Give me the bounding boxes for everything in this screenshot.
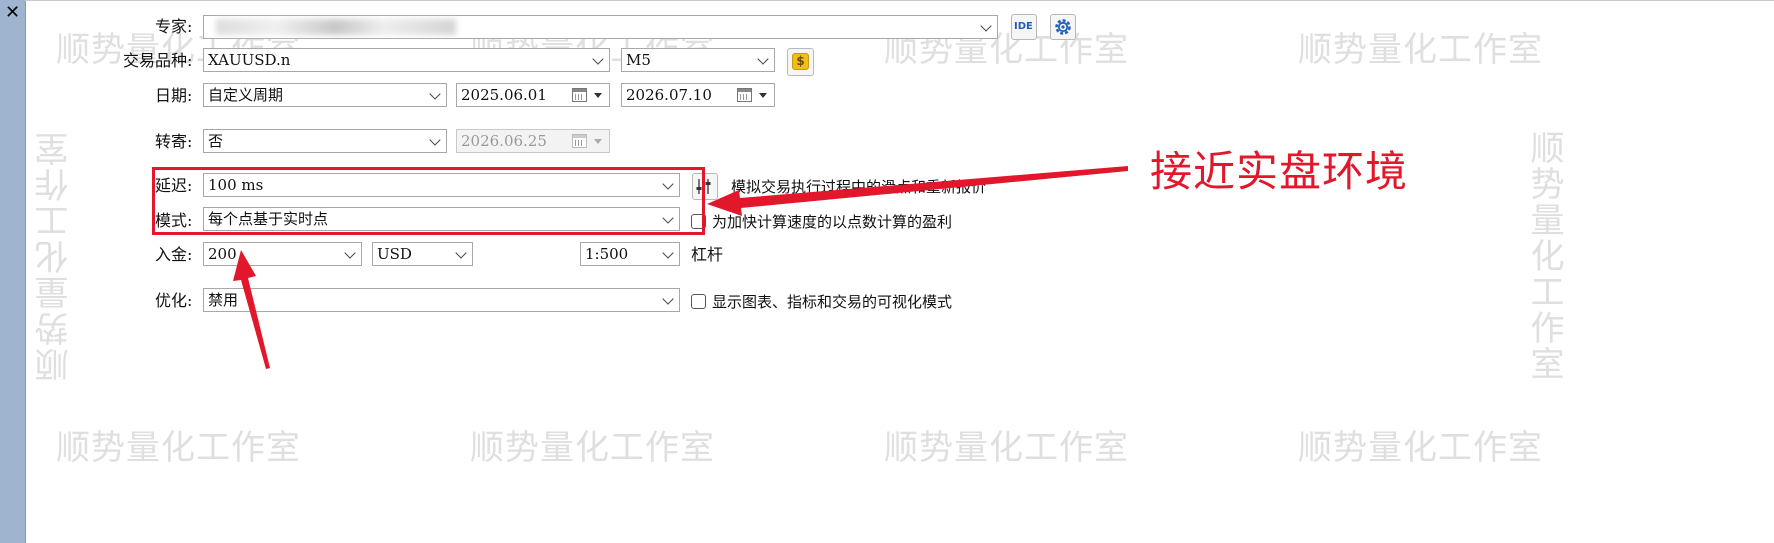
- date-from-picker[interactable]: 2025.06.01: [456, 83, 610, 107]
- visual-mode-label: 显示图表、指标和交易的可视化模式: [712, 293, 953, 311]
- forward-select[interactable]: 否: [203, 129, 447, 153]
- optimization-label: 优化:: [155, 291, 193, 310]
- deposit-label: 入金:: [155, 245, 193, 264]
- symbol-select[interactable]: XAUUSD.n: [203, 48, 610, 72]
- left-panel-strip: [0, 0, 26, 543]
- date-to-picker[interactable]: 2026.07.10: [621, 83, 775, 107]
- expert-label: 专家:: [155, 17, 193, 36]
- highlight-box: [152, 167, 705, 235]
- currency-value: USD: [377, 245, 412, 263]
- chevron-down-icon: [455, 247, 467, 259]
- date-from-value: 2025.06.01: [461, 86, 547, 104]
- forward-date-value: 2026.06.25: [461, 132, 547, 150]
- points-profit-label: 为加快计算速度的以点数计算的盈利: [712, 213, 953, 231]
- annotation-arrows: [233, 166, 1128, 369]
- date-period-value: 自定义周期: [208, 86, 284, 104]
- chevron-down-icon: [429, 134, 441, 146]
- close-icon[interactable]: ✕: [5, 4, 20, 22]
- dropdown-arrow-icon: [594, 93, 602, 98]
- symbol-properties-button[interactable]: $: [787, 48, 814, 76]
- forward-date-picker: 2026.06.25: [456, 129, 610, 153]
- dollar-coin-icon: $: [792, 53, 809, 70]
- watermark-text: 顺势量化工作室: [884, 428, 1129, 468]
- watermark-text-vertical: 顺势量化工作室: [1524, 130, 1564, 382]
- watermark-text: 顺势量化工作室: [56, 428, 301, 468]
- date-label: 日期:: [155, 86, 193, 105]
- dropdown-arrow-icon: [759, 93, 767, 98]
- calendar-icon: [572, 88, 587, 102]
- chevron-down-icon: [344, 247, 356, 259]
- dropdown-arrow-icon: [594, 139, 602, 144]
- chevron-down-icon: [662, 293, 674, 305]
- visual-mode-checkbox[interactable]: [691, 294, 706, 309]
- date-period-select[interactable]: 自定义周期: [203, 83, 447, 107]
- ide-icon: IDE: [1014, 21, 1033, 32]
- timeframe-select[interactable]: M5: [621, 48, 775, 72]
- currency-select[interactable]: USD: [372, 242, 473, 266]
- leverage-value: 1:500: [585, 245, 629, 263]
- timeframe-value: M5: [626, 51, 651, 69]
- chevron-down-icon: [757, 53, 769, 65]
- leverage-select[interactable]: 1:500: [580, 242, 680, 266]
- watermark-text: 顺势量化工作室: [470, 428, 715, 468]
- date-to-value: 2026.07.10: [626, 86, 712, 104]
- delay-note: 模拟交易执行过程中的滑点和重新报价: [731, 178, 987, 196]
- leverage-label: 杠杆: [691, 245, 724, 264]
- symbol-label: 交易品种:: [123, 51, 193, 70]
- watermark-text: 顺势量化工作室: [1298, 30, 1543, 70]
- calendar-icon: [572, 134, 587, 148]
- chevron-down-icon: [980, 20, 992, 32]
- redacted-expert-name: [216, 19, 456, 35]
- ide-button[interactable]: IDE: [1011, 14, 1037, 40]
- chevron-down-icon: [429, 88, 441, 100]
- expert-select[interactable]: [203, 15, 998, 39]
- watermark-text: 顺势量化工作室: [1298, 428, 1543, 468]
- chevron-down-icon: [592, 53, 604, 65]
- forward-value: 否: [208, 132, 224, 150]
- optimization-select[interactable]: 禁用: [203, 288, 680, 312]
- annotation-callout: 接近实盘环境: [1150, 147, 1409, 196]
- deposit-value: 200: [208, 245, 237, 263]
- top-border: [25, 0, 1774, 1]
- gear-icon: [1055, 19, 1071, 35]
- deposit-select[interactable]: 200: [203, 242, 362, 266]
- calendar-icon: [737, 88, 752, 102]
- forward-label: 转寄:: [155, 132, 193, 151]
- settings-button[interactable]: [1050, 14, 1076, 40]
- watermark-text-vertical: 顺势量化工作室: [35, 130, 75, 382]
- symbol-value: XAUUSD.n: [208, 51, 291, 69]
- chevron-down-icon: [662, 247, 674, 259]
- optimization-value: 禁用: [208, 291, 239, 309]
